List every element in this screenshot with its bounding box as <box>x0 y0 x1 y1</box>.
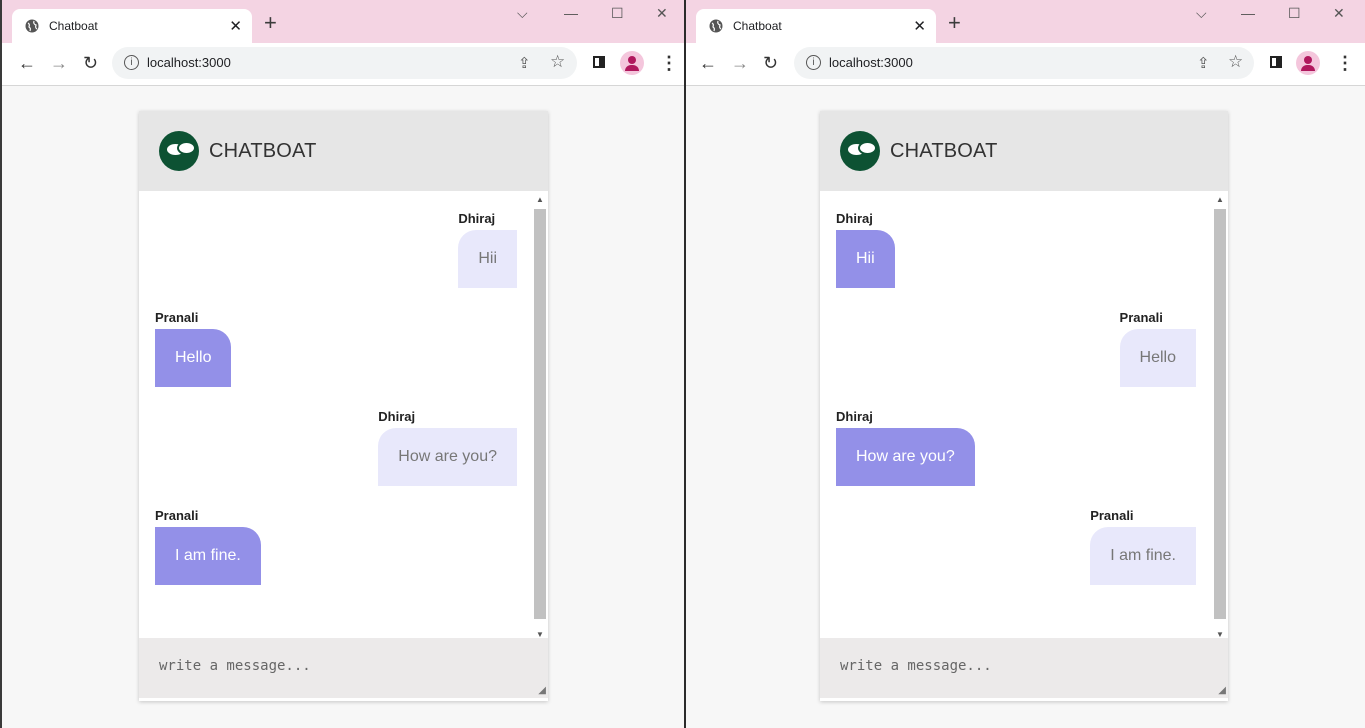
reload-icon[interactable]: ↻ <box>763 53 778 73</box>
chat-title: CHATBOAT <box>209 140 317 162</box>
message-input[interactable] <box>820 638 1228 698</box>
chat-bubbles-icon <box>840 131 880 171</box>
message-list[interactable]: Dhiraj Hii Pranali Hello Dhiraj How are … <box>820 191 1228 638</box>
sender-name: Pranali <box>1119 310 1163 325</box>
globe-icon <box>709 19 723 33</box>
chat-header: CHATBOAT <box>820 111 1228 191</box>
resize-handle-icon[interactable]: ◢ <box>538 685 546 696</box>
message-item: Pranali Hello <box>1119 310 1196 387</box>
back-icon[interactable]: ← <box>699 53 717 73</box>
message-bubble: Hii <box>836 230 895 288</box>
site-info-icon[interactable]: i <box>124 55 139 70</box>
browser-toolbar: ← → ↻ i localhost:3000 ⇪ ☆ ⋮ <box>686 43 1365 86</box>
message-item: Pranali I am fine. <box>155 508 261 585</box>
message-bubble: How are you? <box>836 428 975 486</box>
message-bubble: How are you? <box>378 428 517 486</box>
share-icon[interactable]: ⇪ <box>1197 54 1210 72</box>
tab-title: Chatboat <box>49 19 98 33</box>
tab-search-icon[interactable]: ⌵ <box>1196 5 1207 22</box>
tab-close-icon[interactable]: ✕ <box>913 17 926 35</box>
site-info-icon[interactable]: i <box>806 55 821 70</box>
message-bubble: Hii <box>458 230 517 288</box>
scroll-up-icon[interactable]: ▲ <box>536 195 544 204</box>
sender-name: Dhiraj <box>378 409 416 424</box>
minimize-icon[interactable]: — <box>564 5 578 21</box>
chat-widget: CHATBOAT Dhiraj Hii Pranali Hello Dhiraj… <box>139 111 548 701</box>
more-menu-icon[interactable]: ⋮ <box>1336 53 1354 74</box>
back-icon[interactable]: ← <box>18 53 36 73</box>
scrollbar-thumb[interactable] <box>1214 209 1226 619</box>
browser-toolbar: ← → ↻ i localhost:3000 ⇪ ☆ ⋮ <box>2 43 684 86</box>
browser-window-left: Chatboat ✕ + ⌵ — ☐ ✕ ← → ↻ i localhost:3… <box>0 0 684 728</box>
message-scrollbar[interactable]: ▲ ▼ <box>1214 195 1226 639</box>
message-bubble: Hello <box>155 329 232 387</box>
side-panel-icon[interactable] <box>1270 56 1282 68</box>
address-bar[interactable]: i localhost:3000 ⇪ ☆ <box>112 47 577 79</box>
message-composer: ◢ <box>139 638 548 698</box>
sender-name: Pranali <box>1090 508 1134 523</box>
sender-name: Pranali <box>155 310 199 325</box>
tab-search-icon[interactable]: ⌵ <box>517 5 528 22</box>
message-item: Dhiraj How are you? <box>378 409 517 486</box>
bookmark-star-icon[interactable]: ☆ <box>1228 52 1243 72</box>
message-scrollbar[interactable]: ▲ ▼ <box>534 195 546 639</box>
window-close-icon[interactable]: ✕ <box>1333 5 1345 22</box>
message-bubble: I am fine. <box>155 527 261 585</box>
title-bar: Chatboat ✕ + ⌵ — ☐ ✕ <box>2 0 684 43</box>
reload-icon[interactable]: ↻ <box>83 53 98 73</box>
maximize-icon[interactable]: ☐ <box>1288 5 1301 22</box>
globe-icon <box>25 19 39 33</box>
message-item: Dhiraj Hii <box>836 211 895 288</box>
sender-name: Dhiraj <box>836 409 873 424</box>
forward-icon[interactable]: → <box>50 53 68 73</box>
url-text: localhost:3000 <box>829 55 913 70</box>
tab-close-icon[interactable]: ✕ <box>229 17 242 35</box>
side-panel-icon[interactable] <box>593 56 605 68</box>
sender-name: Pranali <box>155 508 199 523</box>
message-list[interactable]: Dhiraj Hii Pranali Hello Dhiraj How are … <box>139 191 548 638</box>
chat-title: CHATBOAT <box>890 140 998 162</box>
message-item: Pranali Hello <box>155 310 232 387</box>
message-item: Dhiraj How are you? <box>836 409 975 486</box>
sender-name: Dhiraj <box>836 211 873 226</box>
new-tab-icon[interactable]: + <box>264 12 277 34</box>
bookmark-star-icon[interactable]: ☆ <box>550 52 565 72</box>
message-bubble: I am fine. <box>1090 527 1196 585</box>
more-menu-icon[interactable]: ⋮ <box>660 53 678 74</box>
browser-tab[interactable]: Chatboat ✕ <box>696 9 936 43</box>
browser-window-right: Chatboat ✕ + ⌵ — ☐ ✕ ← → ↻ i localhost:3… <box>686 0 1365 728</box>
window-close-icon[interactable]: ✕ <box>656 5 668 22</box>
address-bar[interactable]: i localhost:3000 ⇪ ☆ <box>794 47 1254 79</box>
resize-handle-icon[interactable]: ◢ <box>1218 685 1226 696</box>
url-text: localhost:3000 <box>147 55 231 70</box>
message-bubble: Hello <box>1119 329 1196 387</box>
tab-title: Chatboat <box>733 19 782 33</box>
chat-bubbles-icon <box>159 131 199 171</box>
title-bar: Chatboat ✕ + ⌵ — ☐ ✕ <box>686 0 1365 43</box>
message-composer: ◢ <box>820 638 1228 698</box>
profile-avatar-icon[interactable] <box>620 51 644 75</box>
forward-icon[interactable]: → <box>731 53 749 73</box>
share-icon[interactable]: ⇪ <box>518 54 531 72</box>
minimize-icon[interactable]: — <box>1241 5 1255 21</box>
browser-tab[interactable]: Chatboat ✕ <box>12 9 252 43</box>
message-item: Dhiraj Hii <box>458 211 517 288</box>
new-tab-icon[interactable]: + <box>948 12 961 34</box>
chat-header: CHATBOAT <box>139 111 548 191</box>
message-input[interactable] <box>139 638 548 698</box>
maximize-icon[interactable]: ☐ <box>611 5 624 22</box>
scroll-up-icon[interactable]: ▲ <box>1216 195 1224 204</box>
message-item: Pranali I am fine. <box>1090 508 1196 585</box>
profile-avatar-icon[interactable] <box>1296 51 1320 75</box>
scrollbar-thumb[interactable] <box>534 209 546 619</box>
sender-name: Dhiraj <box>458 211 496 226</box>
chat-widget: CHATBOAT Dhiraj Hii Pranali Hello Dhiraj… <box>820 111 1228 701</box>
